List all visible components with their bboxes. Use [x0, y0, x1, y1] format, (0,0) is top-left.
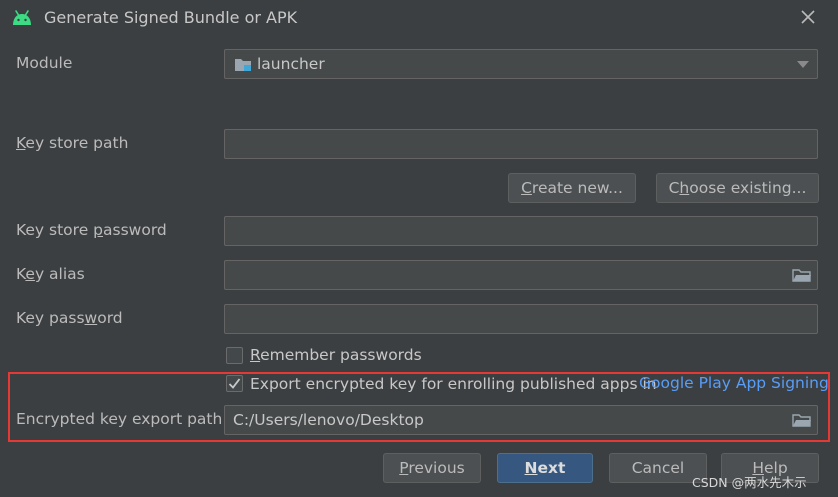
- title-bar: Generate Signed Bundle or APK: [0, 0, 838, 36]
- key-store-password-label: Key store password: [16, 221, 167, 239]
- close-icon[interactable]: [797, 6, 819, 28]
- folder-icon: [235, 59, 251, 71]
- watermark: CSDN @两水先木示: [692, 475, 807, 490]
- module-label: Module: [16, 54, 73, 72]
- choose-existing-button[interactable]: Choose existing...: [656, 173, 819, 203]
- chevron-down-icon[interactable]: [797, 61, 809, 68]
- remember-passwords-label[interactable]: Remember passwords: [250, 346, 422, 364]
- key-store-password-input[interactable]: [224, 216, 818, 246]
- next-button[interactable]: Next: [497, 453, 593, 483]
- module-value: launcher: [257, 55, 325, 73]
- create-new-button[interactable]: Create new...: [508, 173, 636, 203]
- key-alias-input[interactable]: [224, 260, 818, 290]
- android-icon: [13, 10, 31, 25]
- key-password-input[interactable]: [224, 304, 818, 334]
- key-store-path-input[interactable]: [224, 129, 818, 159]
- remember-passwords-checkbox[interactable]: [226, 347, 243, 364]
- key-password-label: Key password: [16, 309, 123, 327]
- module-select[interactable]: launcher: [224, 49, 818, 79]
- key-store-path-label: Key store path: [16, 134, 129, 152]
- window-title: Generate Signed Bundle or APK: [44, 8, 298, 27]
- key-alias-label: Key alias: [16, 265, 85, 283]
- annotation-highlight-box: [8, 372, 830, 442]
- previous-button[interactable]: Previous: [383, 453, 481, 483]
- folder-icon[interactable]: [792, 267, 812, 283]
